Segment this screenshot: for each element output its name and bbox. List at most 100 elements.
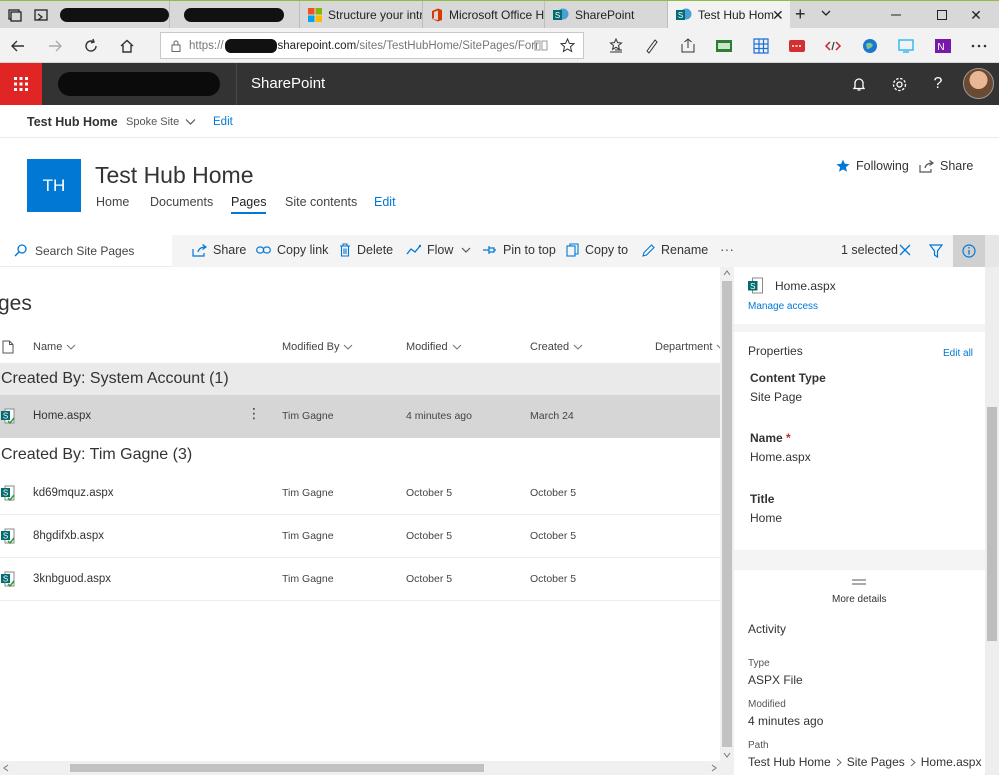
pen-notes-icon[interactable] (643, 37, 661, 55)
scroll-left-arrow-icon[interactable] (2, 764, 10, 772)
site-nav-documents[interactable]: Documents (150, 195, 213, 209)
path-segment-site[interactable]: Test Hub Home (748, 755, 831, 769)
name-field-value[interactable]: Home.aspx (750, 450, 811, 464)
manage-access-link[interactable]: Manage access (748, 301, 818, 312)
scroll-right-arrow-icon[interactable] (710, 764, 718, 772)
clear-selection-icon[interactable] (899, 244, 917, 256)
favorites-hub-icon[interactable] (607, 37, 625, 55)
tab-redacted-1[interactable] (52, 1, 170, 29)
details-scrollbar[interactable] (985, 267, 999, 775)
scroll-up-arrow-icon[interactable] (723, 269, 731, 277)
site-nav-edit-link[interactable]: Edit (374, 195, 396, 209)
tab-structure[interactable]: Structure your intr (300, 1, 423, 29)
more-details-button[interactable]: More details (832, 594, 886, 605)
scrollbar-thumb[interactable] (70, 764, 484, 772)
favorite-star-icon[interactable] (560, 38, 575, 53)
file-name-link[interactable]: 8hgdifxb.aspx (33, 530, 104, 542)
table-row[interactable]: S kd69mquz.aspx Tim Gagne October 5 Octo… (0, 472, 720, 515)
column-header-modified[interactable]: Modified (406, 341, 462, 353)
list-horizontal-scrollbar[interactable] (0, 761, 734, 775)
path-segment-library[interactable]: Site Pages (847, 755, 905, 769)
site-title[interactable]: Test Hub Home (95, 162, 254, 189)
cell-modified-by[interactable]: Tim Gagne (282, 530, 334, 542)
scrollbar-thumb[interactable] (722, 281, 732, 747)
tab-list-chevron-icon[interactable] (820, 7, 832, 19)
hub-site-title[interactable]: Test Hub Home (27, 115, 118, 129)
share-command-button[interactable]: Share (192, 243, 246, 257)
more-browser-icon[interactable] (970, 37, 988, 55)
column-header-name[interactable]: Name (33, 341, 76, 353)
cell-modified-by[interactable]: Tim Gagne (282, 573, 334, 585)
back-arrow-icon[interactable] (6, 34, 30, 58)
tabs-aside-icon[interactable] (34, 8, 48, 22)
close-window-icon[interactable]: ✕ (953, 1, 999, 29)
extension-red-icon[interactable] (788, 37, 806, 55)
home-icon[interactable] (115, 34, 139, 58)
tab-sharepoint[interactable]: S SharePoint (545, 1, 668, 29)
help-question-icon[interactable]: ? (928, 74, 948, 94)
filter-icon[interactable] (929, 244, 949, 258)
rename-button[interactable]: Rename (642, 243, 708, 257)
following-button[interactable]: Following (836, 159, 909, 173)
group-header-tim-gagne[interactable]: Created By: Tim Gagne (3) (0, 439, 720, 472)
flow-button[interactable]: Flow (406, 243, 477, 257)
extension-grid-icon[interactable] (752, 37, 770, 55)
suite-app-name[interactable]: SharePoint (251, 75, 325, 92)
user-avatar[interactable] (963, 68, 994, 99)
more-details-handle-icon[interactable] (851, 579, 867, 585)
refresh-icon[interactable] (79, 34, 103, 58)
pin-to-top-button[interactable]: Pin to top (482, 243, 556, 257)
share-browser-icon[interactable] (679, 37, 697, 55)
path-segment-file[interactable]: Home.aspx (921, 755, 982, 769)
delete-button[interactable]: Delete (339, 243, 393, 257)
site-logo[interactable]: TH (27, 159, 81, 212)
group-header-system-account[interactable]: Created By: System Account (1) (0, 363, 720, 396)
file-name-link[interactable]: Home.aspx (33, 410, 91, 422)
cell-modified-by[interactable]: Tim Gagne (282, 410, 334, 422)
app-launcher-icon[interactable] (0, 63, 42, 105)
reading-view-icon[interactable] (534, 39, 548, 52)
table-row[interactable]: S 3knbguod.aspx Tim Gagne October 5 Octo… (0, 558, 720, 601)
tab-test-hub-home[interactable]: S Test Hub Hom ✕ (668, 1, 790, 29)
close-tab-icon[interactable]: ✕ (772, 7, 784, 24)
settings-gear-icon[interactable] (889, 74, 909, 94)
hub-nav-edit-link[interactable]: Edit (213, 116, 233, 128)
site-nav-home[interactable]: Home (96, 195, 129, 209)
tab-redacted-2[interactable] (176, 1, 300, 29)
site-nav-site-contents[interactable]: Site contents (285, 195, 357, 209)
column-header-modified-by[interactable]: Modified By (282, 341, 353, 353)
extension-globe-icon[interactable] (861, 37, 879, 55)
tenant-logo-redacted[interactable] (58, 72, 220, 96)
copy-link-button[interactable]: Copy link (256, 243, 328, 257)
cell-modified-by[interactable]: Tim Gagne (282, 487, 334, 499)
share-site-button[interactable]: Share (919, 159, 973, 173)
forward-arrow-icon[interactable] (43, 34, 67, 58)
tab-actions-icon[interactable] (8, 8, 22, 22)
file-type-header-icon[interactable] (2, 340, 14, 354)
copy-to-button[interactable]: Copy to (566, 243, 628, 257)
onenote-icon[interactable]: N (934, 37, 952, 55)
column-header-created[interactable]: Created (530, 341, 583, 353)
notifications-bell-icon[interactable] (849, 74, 869, 94)
search-site-pages-input[interactable]: Search Site Pages (0, 235, 172, 267)
minimize-icon[interactable] (873, 1, 919, 29)
column-header-department[interactable]: Department (655, 341, 720, 353)
scroll-down-arrow-icon[interactable] (723, 751, 731, 759)
new-tab-button[interactable]: + (795, 4, 806, 25)
edit-all-link[interactable]: Edit all (943, 348, 973, 359)
title-field-value[interactable]: Home (750, 511, 782, 525)
extension-code-icon[interactable] (824, 37, 842, 55)
scrollbar-thumb[interactable] (987, 407, 997, 641)
info-pane-icon[interactable] (953, 235, 985, 267)
more-commands-button[interactable]: ··· (720, 241, 734, 257)
extension-green-icon[interactable] (715, 37, 733, 55)
tab-office[interactable]: Microsoft Office H (423, 1, 545, 29)
extension-screen-icon[interactable] (897, 37, 915, 55)
list-vertical-scrollbar[interactable] (720, 267, 734, 761)
site-nav-pages[interactable]: Pages (231, 195, 267, 214)
table-row[interactable]: S 8hgdifxb.aspx Tim Gagne October 5 Octo… (0, 515, 720, 558)
file-name-link[interactable]: kd69mquz.aspx (33, 487, 114, 499)
content-type-value[interactable]: Site Page (750, 390, 802, 404)
table-row[interactable]: S Home.aspx ⋮ Tim Gagne 4 minutes ago Ma… (0, 395, 720, 438)
hub-nav-spoke-site[interactable]: Spoke Site (126, 116, 196, 128)
